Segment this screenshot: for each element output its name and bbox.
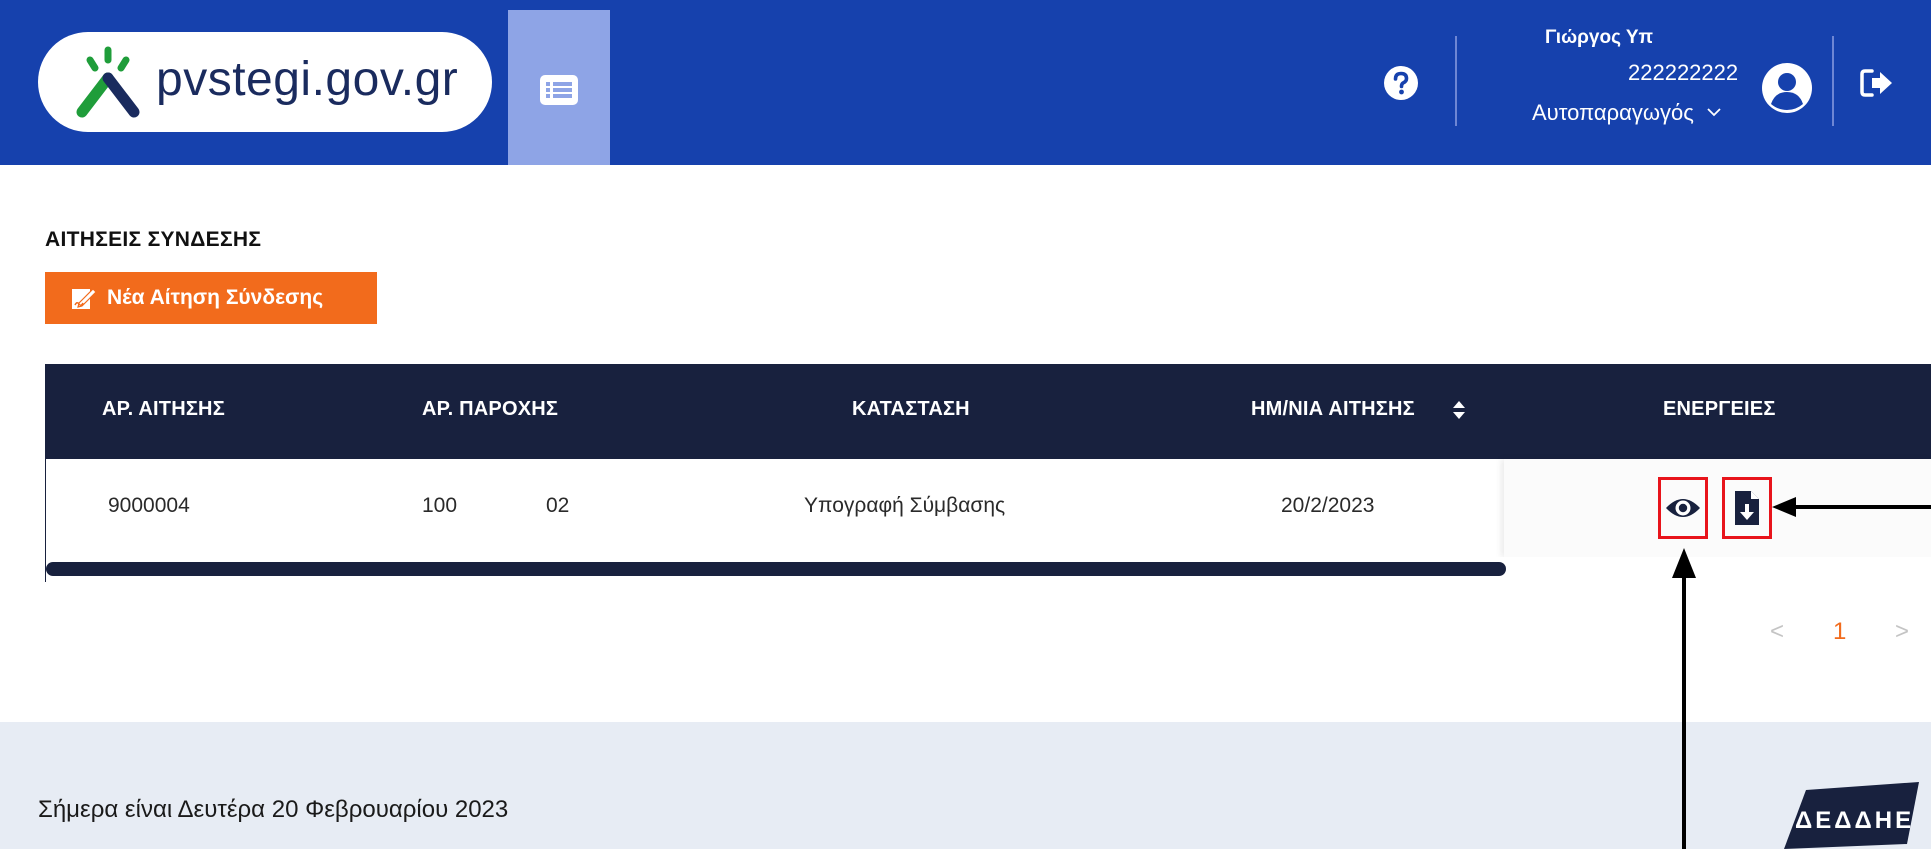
annotation-arrowhead-left (1772, 497, 1796, 517)
pagination-next[interactable]: > (1895, 618, 1909, 646)
pvstegi-logo-icon (76, 46, 140, 118)
top-header: pvstegi.gov.gr Γιώργος Υπ 222222222 Αυτο… (0, 0, 1931, 165)
pagination-prev[interactable]: < (1770, 618, 1784, 646)
edit-document-icon (72, 288, 97, 309)
sort-icon[interactable] (1452, 399, 1466, 421)
column-header-status: ΚΑΤΑΣΤΑΣΗ (852, 398, 970, 420)
footer-date-text: Σήμερα είναι Δευτέρα 20 Φεβρουαρίου 2023 (38, 796, 509, 823)
view-request-button[interactable] (1658, 477, 1708, 539)
cell-status: Υπογραφή Σύμβασης (804, 494, 1006, 517)
question-circle-icon[interactable] (1383, 65, 1419, 101)
pagination-page-current[interactable]: 1 (1833, 618, 1846, 646)
column-header-date[interactable]: ΗΜ/ΝΙΑ ΑΙΤΗΣΗΣ (1251, 398, 1415, 421)
logo-text: pvstegi.gov.gr (156, 53, 459, 106)
eye-icon (1666, 499, 1700, 517)
cell-supply-no-start: 100 (422, 494, 458, 517)
new-connection-request-button[interactable]: Νέα Αίτηση Σύνδεσης (45, 272, 377, 324)
user-name: Γιώργος Υπ (1545, 27, 1654, 48)
deddie-logo: ΔΕΔΔΗΕ (1784, 782, 1919, 849)
cell-supply-no-end: 02 (546, 494, 570, 517)
cell-date: 20/2/2023 (1281, 494, 1375, 517)
header-divider (1832, 36, 1834, 126)
sign-out-icon[interactable] (1860, 68, 1894, 98)
column-header-supply-no: ΑΡ. ΠΑΡΟΧΗΣ (422, 398, 559, 420)
deddie-logo-text: ΔΕΔΔΗΕ (1795, 807, 1914, 834)
list-icon (540, 75, 578, 105)
menu-toggle-tab[interactable] (508, 10, 610, 165)
column-header-actions: ΕΝΕΡΓΕΙΕΣ (1663, 398, 1776, 420)
page-footer: Σήμερα είναι Δευτέρα 20 Φεβρουαρίου 2023… (0, 722, 1931, 849)
table-header: ΑΡ. ΑΙΤΗΣΗΣ ΑΡ. ΠΑΡΟΧΗΣ ΚΑΤΑΣΤΑΣΗ ΗΜ/ΝΙΑ… (46, 365, 1931, 459)
user-role-label: Αυτοπαραγωγός (1532, 100, 1694, 125)
column-header-request-no: ΑΡ. ΑΙΤΗΣΗΣ (102, 398, 225, 420)
download-document-button[interactable] (1722, 477, 1772, 539)
annotation-arrow-right (1792, 505, 1931, 509)
annotation-arrow-bottom (1682, 576, 1686, 849)
user-role-dropdown[interactable]: Αυτοπαραγωγός (1532, 100, 1722, 126)
scrollbar-thumb[interactable] (46, 562, 1506, 576)
user-id: 222222222 (1628, 60, 1739, 85)
table-row: 9000004 100 02 Υπογραφή Σύμβασης 20/2/20… (46, 459, 1931, 557)
new-button-label: Νέα Αίτηση Σύνδεσης (107, 286, 324, 309)
requests-table: ΑΡ. ΑΙΤΗΣΗΣ ΑΡ. ΠΑΡΟΧΗΣ ΚΑΤΑΣΤΑΣΗ ΗΜ/ΝΙΑ… (45, 364, 1931, 582)
cell-request-no: 9000004 (108, 494, 190, 517)
site-logo[interactable]: pvstegi.gov.gr (38, 32, 492, 132)
page-title: ΑΙΤΗΣΕΙΣ ΣΥΝΔΕΣΗΣ (45, 228, 262, 251)
chevron-down-icon (1707, 108, 1721, 117)
annotation-arrowhead-up (1672, 548, 1696, 578)
user-circle-icon[interactable] (1761, 62, 1813, 114)
file-download-icon (1735, 491, 1759, 525)
header-divider (1455, 36, 1457, 126)
